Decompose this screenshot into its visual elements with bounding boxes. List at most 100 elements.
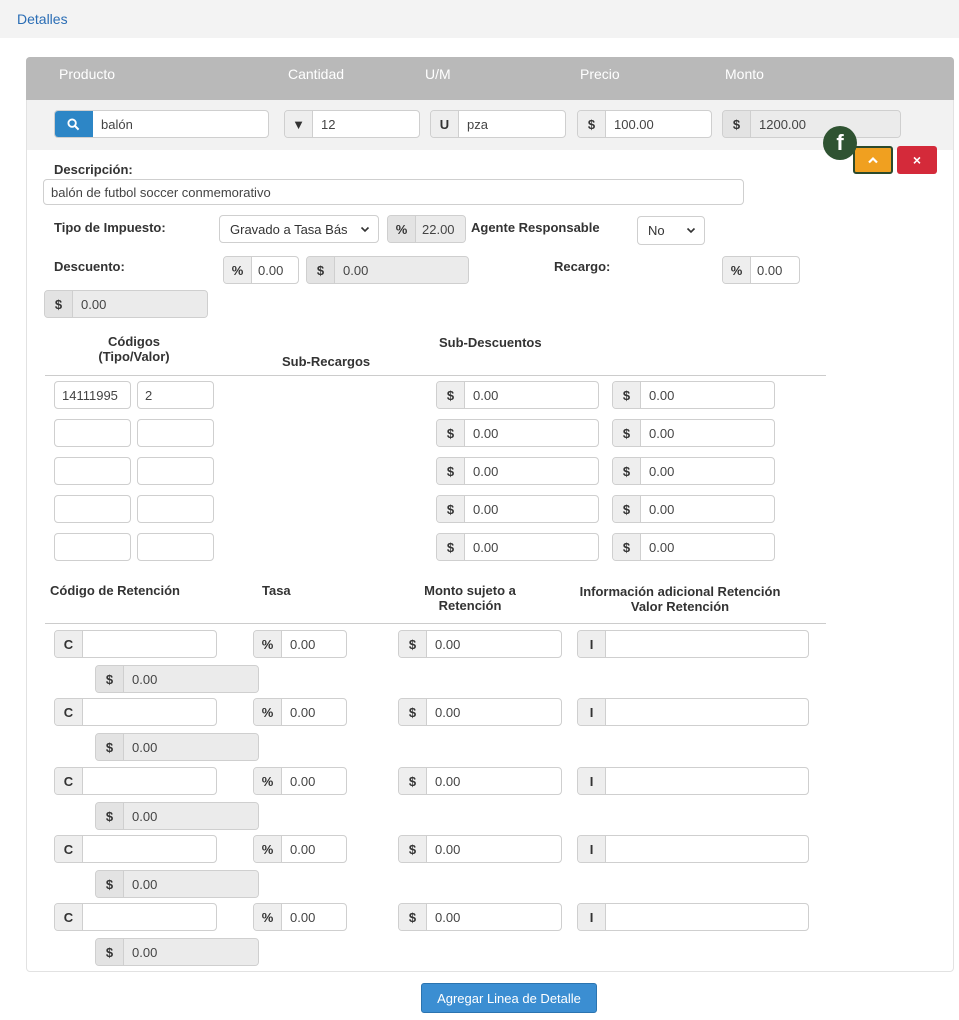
ret-tasa-input-group[interactable]: % 0.00 [253, 630, 347, 658]
percent-prefix: % [254, 836, 282, 862]
ret-codigo-input[interactable] [83, 631, 216, 657]
ret-monto-input-group[interactable]: $0.00 [398, 903, 562, 931]
subdescuento-input[interactable]: 0.00 [641, 382, 774, 408]
subdescuento-input[interactable]: 0.00 [641, 496, 774, 522]
cantidad-group[interactable]: ▼ 12 [284, 110, 420, 138]
ret-info-input[interactable] [606, 836, 808, 862]
ret-info-input-group[interactable]: I [577, 767, 809, 795]
add-detail-line-button[interactable]: Agregar Linea de Detalle [421, 983, 597, 1013]
descripcion-input[interactable]: balón de futbol soccer conmemorativo [43, 179, 744, 205]
subdescuento-input-group[interactable]: $0.00 [612, 533, 775, 561]
ret-info-input[interactable] [606, 631, 808, 657]
um-group[interactable]: U pza [430, 110, 566, 138]
ret-info-input[interactable] [606, 768, 808, 794]
precio-group[interactable]: $ 100.00 [577, 110, 712, 138]
subdescuento-input-group[interactable]: $0.00 [436, 533, 599, 561]
code-valor-input[interactable] [137, 457, 214, 485]
code-tipo-input[interactable] [54, 419, 131, 447]
impuesto-select[interactable]: Gravado a Tasa Bás [219, 215, 379, 243]
code-valor-input[interactable] [137, 495, 214, 523]
subdescuento-input-group[interactable]: $0.00 [436, 457, 599, 485]
code-tipo-input[interactable]: 14111995 [54, 381, 131, 409]
recargo-pct-group[interactable]: % 0.00 [722, 256, 800, 284]
ret-tasa-input-group[interactable]: % 0.00 [253, 698, 347, 726]
subdescuento-input-group[interactable]: $0.00 [612, 419, 775, 447]
ret-codigo-input-group[interactable]: C [54, 767, 217, 795]
remove-line-button[interactable]: × [897, 146, 937, 174]
ret-monto-input[interactable]: 0.00 [427, 836, 561, 862]
ret-info-input-group[interactable]: I [577, 698, 809, 726]
code-tipo-input[interactable] [54, 495, 131, 523]
ret-monto-input-group[interactable]: $0.00 [398, 630, 562, 658]
ret-monto-input-group[interactable]: $0.00 [398, 767, 562, 795]
subdescuento-input[interactable]: 0.00 [641, 534, 774, 560]
ret-codigo-input-group[interactable]: C [54, 903, 217, 931]
ret-info-input-group[interactable]: I [577, 835, 809, 863]
subdescuento-input[interactable]: 0.00 [465, 420, 598, 446]
subdescuento-input-group[interactable]: $0.00 [436, 381, 599, 409]
dollar-prefix: $ [437, 382, 465, 408]
ret-monto-input[interactable]: 0.00 [427, 699, 561, 725]
subdescuento-input[interactable]: 0.00 [641, 458, 774, 484]
ret-codigo-input[interactable] [83, 699, 216, 725]
ret-monto-input[interactable]: 0.00 [427, 768, 561, 794]
ret-tasa-input[interactable]: 0.00 [282, 768, 346, 794]
code-valor-input[interactable] [137, 533, 214, 561]
ret-monto-input-group[interactable]: $0.00 [398, 835, 562, 863]
info-prefix: I [578, 768, 606, 794]
subdescuento-input[interactable]: 0.00 [465, 534, 598, 560]
subdescuento-input-group[interactable]: $0.00 [612, 457, 775, 485]
ret-monto-input[interactable]: 0.00 [427, 904, 561, 930]
descuento-amount-value: 0.00 [335, 257, 468, 283]
ret-codigo-input[interactable] [83, 836, 216, 862]
ret-tasa-input[interactable]: 0.00 [282, 836, 346, 862]
ret-tasa-input-group[interactable]: % 0.00 [253, 767, 347, 795]
subdescuento-input[interactable]: 0.00 [465, 382, 598, 408]
ret-tasa-input[interactable]: 0.00 [282, 631, 346, 657]
ret-tasa-input[interactable]: 0.00 [282, 904, 346, 930]
agente-select[interactable]: No [637, 216, 705, 245]
ret-tasa-input-group[interactable]: % 0.00 [253, 835, 347, 863]
code-valor-input[interactable]: 2 [137, 381, 214, 409]
descuento-pct-group[interactable]: % 0.00 [223, 256, 299, 284]
code-valor-input[interactable] [137, 419, 214, 447]
ret-tasa-input[interactable]: 0.00 [282, 699, 346, 725]
product-input[interactable]: balón [93, 111, 268, 137]
descuento-pct-input[interactable]: 0.00 [252, 257, 298, 283]
subdescuento-input-group[interactable]: $0.00 [612, 381, 775, 409]
subdescuento-input[interactable]: 0.00 [465, 496, 598, 522]
ret-info-input[interactable] [606, 904, 808, 930]
ret-monto-input[interactable]: 0.00 [427, 631, 561, 657]
ret-codigo-input[interactable] [83, 768, 216, 794]
ret-tasa-input-group[interactable]: % 0.00 [253, 903, 347, 931]
chevron-up-icon [868, 156, 878, 164]
ret-codigo-input-group[interactable]: C [54, 698, 217, 726]
ret-monto-input-group[interactable]: $0.00 [398, 698, 562, 726]
ret-codigo-input-group[interactable]: C [54, 835, 217, 863]
descripcion-label: Descripción: [54, 162, 133, 177]
code-prefix: C [55, 904, 83, 930]
subdescuento-input[interactable]: 0.00 [641, 420, 774, 446]
ret-codigo-input-group[interactable]: C [54, 630, 217, 658]
ret-monto-header: Monto sujeto a Retención [400, 583, 540, 613]
code-tipo-input[interactable] [54, 533, 131, 561]
ret-info-input-group[interactable]: I [577, 630, 809, 658]
precio-input[interactable]: 100.00 [606, 111, 711, 137]
ret-info-input[interactable] [606, 699, 808, 725]
subdescuento-input-group[interactable]: $0.00 [436, 495, 599, 523]
ret-info-input-group[interactable]: I [577, 903, 809, 931]
dollar-prefix: $ [399, 904, 427, 930]
subdescuento-input-group[interactable]: $0.00 [436, 419, 599, 447]
product-search-group[interactable]: balón [54, 110, 269, 138]
recargo-pct-input[interactable]: 0.00 [751, 257, 799, 283]
ret-codigo-input[interactable] [83, 904, 216, 930]
search-button[interactable] [55, 111, 93, 137]
collapse-button[interactable] [853, 146, 893, 174]
descuento-label: Descuento: [54, 259, 125, 274]
subdescuento-input-group[interactable]: $0.00 [612, 495, 775, 523]
code-tipo-input[interactable] [54, 457, 131, 485]
cantidad-input[interactable]: 12 [313, 111, 419, 137]
chevron-down-icon [686, 227, 696, 234]
um-input[interactable]: pza [459, 111, 565, 137]
subdescuento-input[interactable]: 0.00 [465, 458, 598, 484]
